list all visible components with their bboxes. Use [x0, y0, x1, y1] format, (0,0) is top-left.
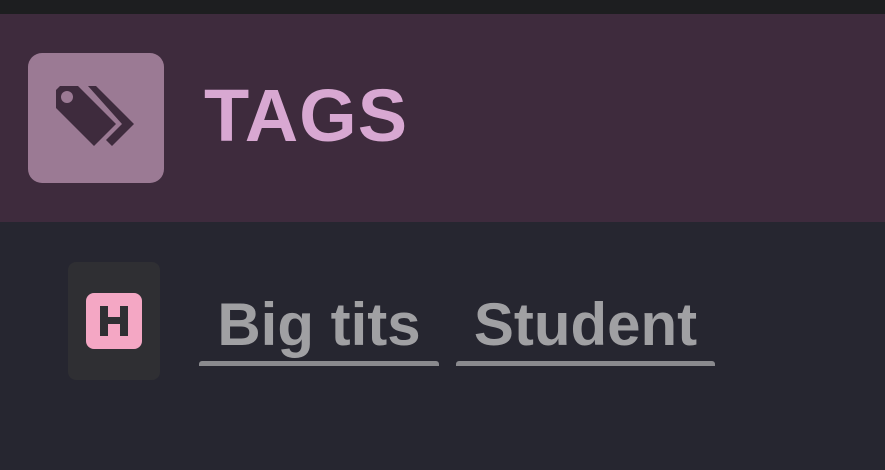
h-letter-icon [100, 306, 128, 336]
h-icon [86, 293, 142, 349]
tags-header: TAGS [0, 14, 885, 222]
top-strip [0, 0, 885, 14]
tags-icon [28, 53, 164, 183]
h-badge [68, 262, 160, 380]
tag-link-student[interactable]: Student [456, 284, 715, 366]
tags-icon-svg [56, 86, 134, 146]
page-title: TAGS [204, 74, 409, 157]
tag-link-big-tits[interactable]: Big tits [199, 284, 439, 366]
tags-content: Big tits Student [0, 222, 885, 470]
